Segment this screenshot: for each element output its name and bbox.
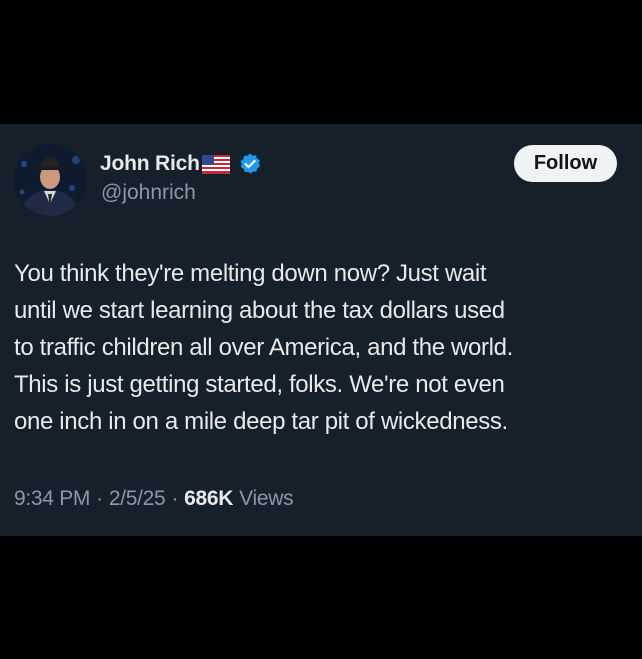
author-display-name[interactable]: John Rich [100, 152, 200, 176]
tweet-text-line: You think they're melting down now? Just… [14, 260, 487, 287]
follow-button[interactable]: Follow [514, 145, 617, 182]
tweet-text-line: This is just getting started, folks. We'… [14, 371, 505, 398]
tweet-text: You think they're melting down now? Just… [14, 255, 636, 440]
tweet-meta: 9:34 PM · 2/5/25 · 686K Views [14, 484, 294, 514]
avatar[interactable] [14, 144, 86, 216]
author-name-row[interactable]: John Rich [100, 150, 262, 178]
tweet-date[interactable]: 2/5/25 [109, 487, 166, 511]
tweet-text-line: until we start learning about the tax do… [14, 297, 505, 324]
views-label[interactable]: Views [239, 487, 293, 511]
tweet-time[interactable]: 9:34 PM [14, 487, 90, 511]
verified-badge-icon [238, 152, 262, 176]
author-handle[interactable]: @johnrich [101, 181, 196, 205]
tweet-text-line: to traffic children all over America, an… [14, 334, 513, 361]
views-count[interactable]: 686K [184, 487, 233, 511]
us-flag-icon [201, 154, 230, 174]
meta-separator: · [171, 487, 179, 510]
tweet-text-line: one inch in on a mile deep tar pit of wi… [14, 408, 508, 435]
avatar-image [14, 144, 86, 216]
meta-separator: · [96, 487, 103, 510]
